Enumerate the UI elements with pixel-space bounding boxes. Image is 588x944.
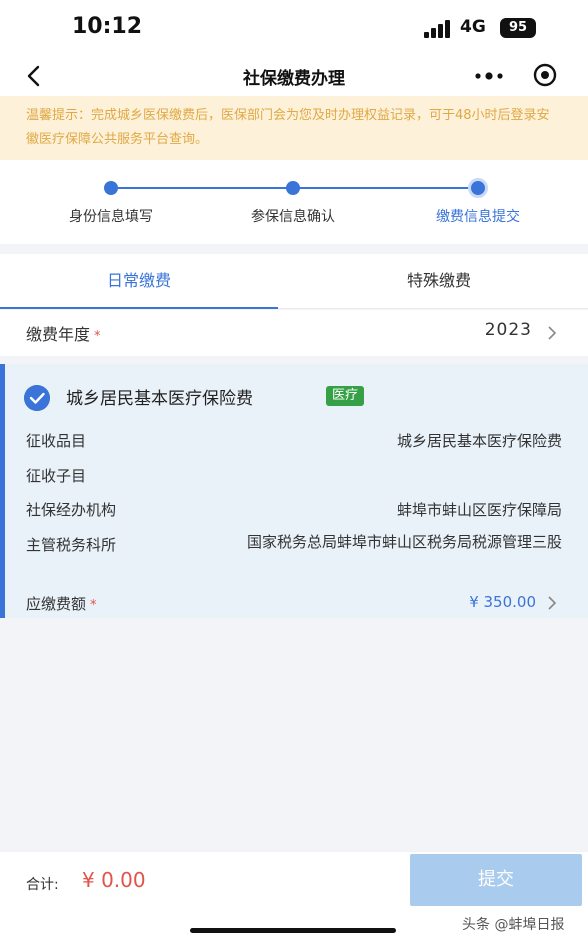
levy-item-value: 城乡居民基本医疗保险费 [396,432,562,450]
home-indicator [190,928,396,933]
status-bar: 10:12 4G 95 [0,0,588,56]
watermark: 头条 @蚌埠日报 [462,917,565,933]
step-dot-1 [104,181,118,195]
step-connector [293,187,475,189]
payment-year-row[interactable]: 缴费年度 * 2023 [0,310,588,356]
step-label-identity: 身份信息填写 [69,209,153,225]
amount-due-label: 应缴费额 * [26,593,97,614]
step-label-submit: 缴费信息提交 [436,209,520,225]
card-accent-bar [0,364,5,618]
signal-icon [424,20,452,38]
bottom-bar: 合计: ¥ 0.00 提交 头条 @蚌埠日报 [0,852,588,944]
insurance-title: 城乡居民基本医疗保险费 [66,389,253,409]
insurance-item-card: 城乡居民基本医疗保险费 医疗 征收品目 城乡居民基本医疗保险费 征收子目 社保经… [0,364,588,618]
more-icon[interactable] [472,66,506,86]
close-miniprogram-icon[interactable] [532,62,558,88]
network-type: 4G [460,17,486,37]
tab-daily-payment[interactable]: 日常缴费 [0,254,278,308]
notice-text: 温馨提示：完成城乡医保缴费后，医保部门会为您及时办理权益记录，可于48小时后登录… [26,108,550,147]
payment-year-value: 2023 [484,320,532,340]
payment-year-label: 缴费年度 * [26,321,101,345]
levy-item-label: 征收品目 [26,432,87,450]
chevron-right-icon [548,596,557,610]
amount-due-label-text: 应缴费额 [26,595,87,613]
tab-active-indicator [0,307,278,309]
checkbox-checked-icon[interactable] [24,385,50,411]
notice-banner: 温馨提示：完成城乡医保缴费后，医保部门会为您及时办理权益记录，可于48小时后登录… [0,96,588,160]
category-badge: 医疗 [326,386,365,406]
step-dot-3 [468,178,488,198]
total-amount: ¥ 0.00 [82,868,146,892]
submit-button[interactable]: 提交 [410,854,582,906]
status-time: 10:12 [72,14,143,39]
progress-steps: 身份信息填写 参保信息确认 缴费信息提交 [0,160,588,244]
chevron-right-icon [548,326,557,340]
tax-office-value: 国家税务总局蚌埠市蚌山区税务局税源管理三股 [246,533,562,551]
payment-year-label-text: 缴费年度 [26,325,91,344]
step-dot-2 [286,181,300,195]
tab-bar: 日常缴费 特殊缴费 [0,254,588,309]
total-label: 合计: [26,877,59,893]
agency-label: 社保经办机构 [26,501,117,519]
agency-value: 蚌埠市蚌山区医疗保障局 [396,501,562,519]
amount-due-value[interactable]: ¥ 350.00 [469,593,536,611]
battery-icon: 95 [500,18,536,38]
step-connector [111,187,293,189]
required-mark: * [90,598,97,613]
levy-subitem-label: 征收子目 [26,467,87,485]
tab-special-payment[interactable]: 特殊缴费 [300,254,578,308]
nav-bar: 社保缴费办理 [0,56,588,96]
tax-office-label: 主管税务科所 [26,536,117,554]
step-label-confirm: 参保信息确认 [251,209,335,225]
required-mark: * [94,329,101,344]
